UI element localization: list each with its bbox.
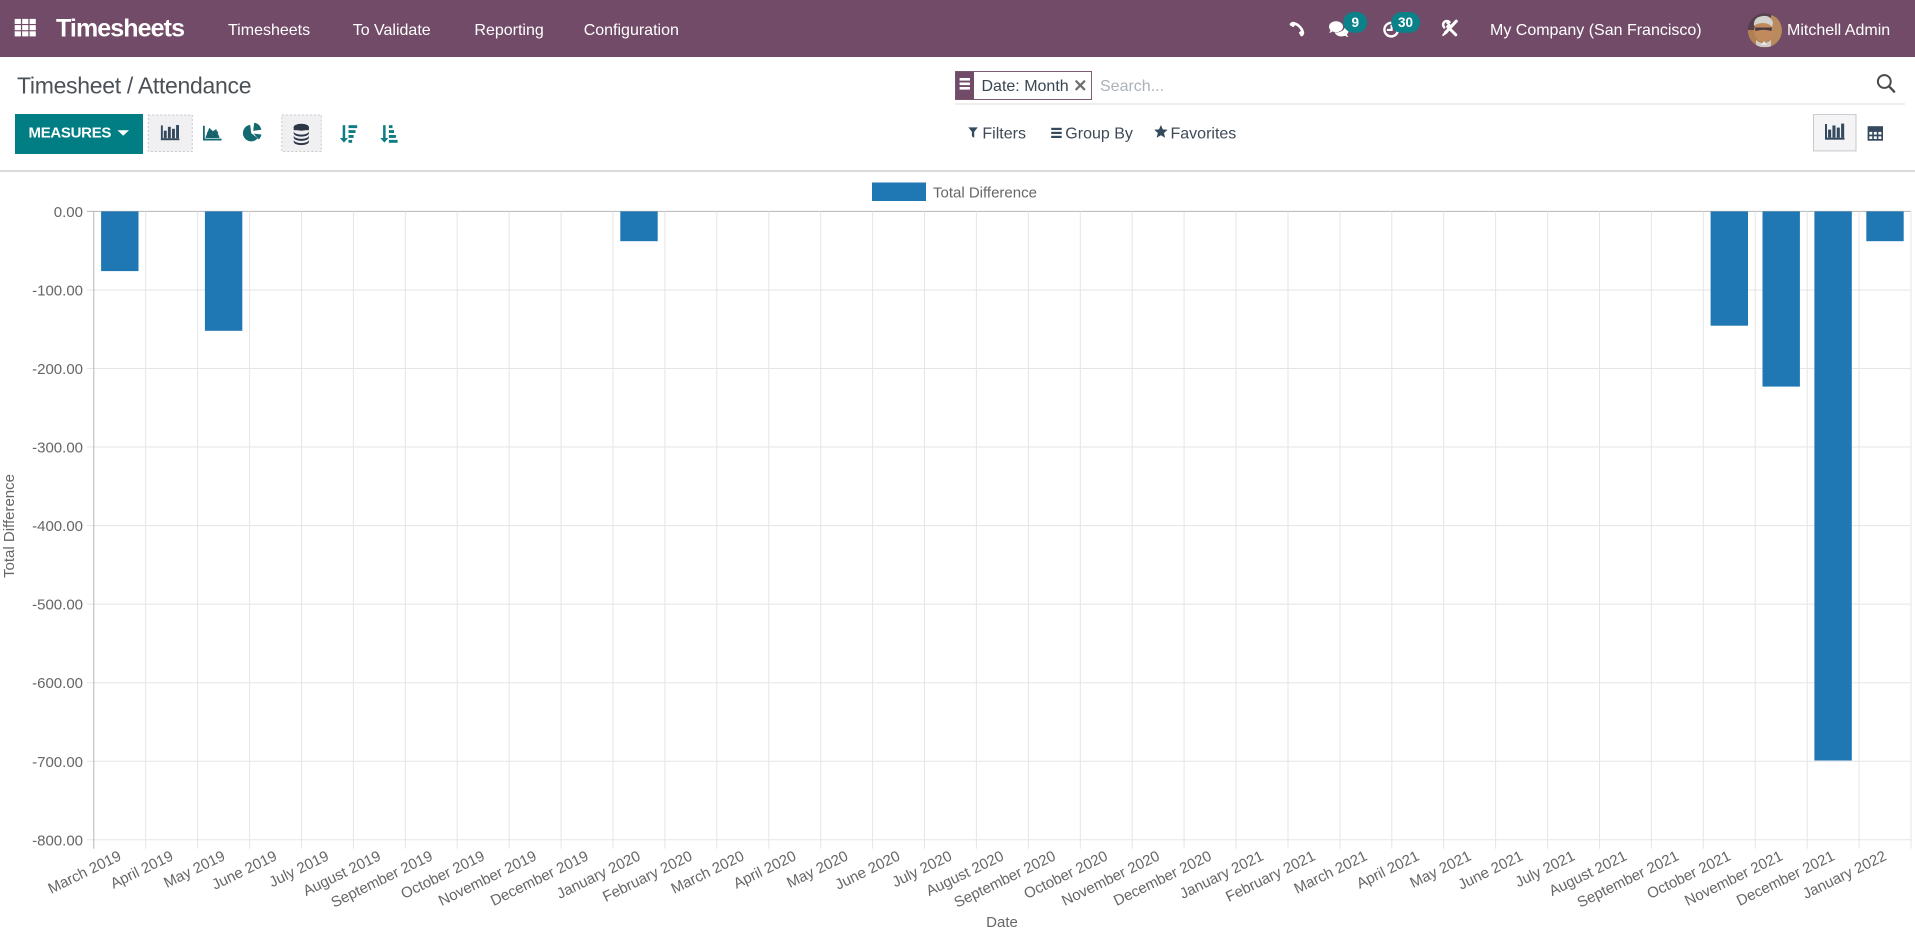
svg-text:0.00: 0.00 <box>54 204 83 221</box>
svg-text:Search...: Search... <box>1100 78 1164 95</box>
svg-text:-300.00: -300.00 <box>32 440 83 457</box>
svg-text:-500.00: -500.00 <box>32 597 83 614</box>
svg-text:Group By: Group By <box>1065 126 1133 143</box>
svg-text:Total Difference: Total Difference <box>1 474 18 578</box>
svg-text:-200.00: -200.00 <box>32 361 83 378</box>
svg-text:Timesheets: Timesheets <box>228 22 310 39</box>
svg-text:My Company (San Francisco): My Company (San Francisco) <box>1490 22 1702 39</box>
svg-text:Date: Month: Date: Month <box>982 78 1069 95</box>
svg-text:-600.00: -600.00 <box>32 675 83 692</box>
svg-text:Timesheets: Timesheets <box>56 15 184 43</box>
svg-text:Reporting: Reporting <box>474 22 543 39</box>
svg-text:Filters: Filters <box>982 126 1026 143</box>
svg-text:-100.00: -100.00 <box>32 282 83 299</box>
svg-text:-800.00: -800.00 <box>32 832 83 849</box>
svg-text:Favorites: Favorites <box>1171 126 1237 143</box>
svg-text:To Validate: To Validate <box>353 22 431 39</box>
svg-text:MEASURES: MEASURES <box>29 124 112 141</box>
svg-text:Total Difference: Total Difference <box>933 185 1037 202</box>
svg-text:Configuration: Configuration <box>584 22 679 39</box>
svg-text:9: 9 <box>1351 15 1359 30</box>
svg-text:-400.00: -400.00 <box>32 518 83 535</box>
svg-text:-700.00: -700.00 <box>32 754 83 771</box>
svg-text:Mitchell Admin: Mitchell Admin <box>1787 22 1890 39</box>
svg-text:March 2019: March 2019 <box>45 848 124 898</box>
svg-text:30: 30 <box>1398 15 1413 30</box>
svg-text:Date: Date <box>986 914 1018 931</box>
svg-text:Timesheet / Attendance: Timesheet / Attendance <box>17 73 251 99</box>
